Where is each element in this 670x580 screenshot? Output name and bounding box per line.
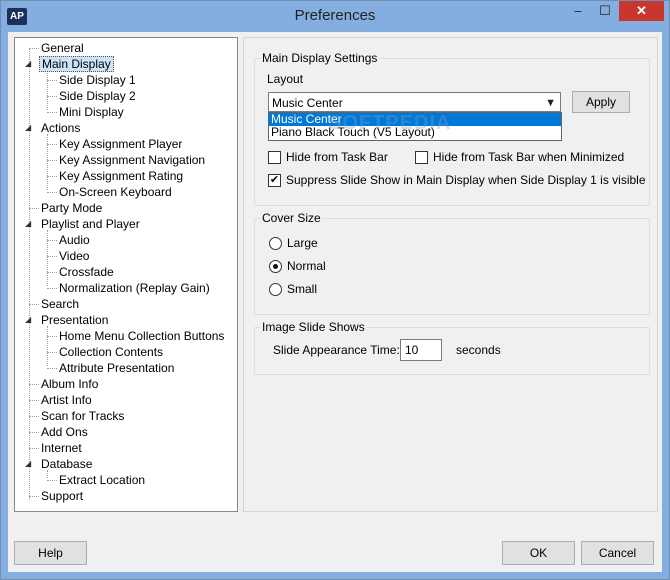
tree-item-attribute-presentation[interactable]: Attribute Presentation	[47, 360, 176, 376]
tree-item-artist-info[interactable]: Artist Info	[29, 392, 94, 408]
tree-item-album-info[interactable]: Album Info	[29, 376, 100, 392]
layout-select[interactable]: Music Center ▼	[268, 92, 561, 112]
tree-item-collection-contents[interactable]: Collection Contents	[47, 344, 165, 360]
checkmark-icon: ✔	[269, 174, 280, 186]
cover-size-large-radio[interactable]	[269, 237, 282, 250]
chevron-down-icon: ▼	[545, 97, 556, 109]
hide-taskbar-minimized-label: Hide from Task Bar when Minimized	[433, 150, 625, 164]
tree-item-on-screen-keyboard[interactable]: On-Screen Keyboard	[47, 184, 174, 200]
maximize-button[interactable]: ☐	[592, 1, 618, 21]
tree-item-mini-display[interactable]: Mini Display	[47, 104, 126, 120]
tree-item-side-display-2[interactable]: Side Display 2	[47, 88, 138, 104]
hide-taskbar-label: Hide from Task Bar	[286, 150, 388, 164]
tree-item-crossfade[interactable]: Crossfade	[47, 264, 116, 280]
collapse-icon[interactable]: ◢	[25, 124, 33, 132]
tree-item-playlist-and-player[interactable]: Playlist and Player	[39, 216, 142, 232]
cover-size-small-label: Small	[287, 282, 318, 296]
cover-size-normal-label: Normal	[287, 259, 326, 273]
suppress-slideshow-checkbox[interactable]: ✔	[268, 174, 281, 187]
tree-item-scan-for-tracks[interactable]: Scan for Tracks	[29, 408, 126, 424]
tree-item-database[interactable]: Database	[39, 456, 94, 472]
tree-item-internet[interactable]: Internet	[29, 440, 84, 456]
image-slide-shows-group: Image Slide Shows Slide Appearance Time:…	[254, 320, 650, 375]
cover-size-large-label: Large	[287, 236, 318, 250]
tree-item-side-display-1[interactable]: Side Display 1	[47, 72, 138, 88]
suppress-slideshow-label: Suppress Slide Show in Main Display when…	[286, 173, 646, 187]
hide-taskbar-minimized-checkbox[interactable]	[415, 151, 428, 164]
settings-panel: Main Display Settings Layout Music Cente…	[243, 37, 658, 512]
tree-item-presentation[interactable]: Presentation	[39, 312, 110, 328]
preferences-tree[interactable]: General ◢ Main Display Side Display 1 Si…	[14, 37, 238, 512]
minimize-button[interactable]: –	[565, 1, 591, 21]
tree-item-party-mode[interactable]: Party Mode	[29, 200, 104, 216]
tree-item-general[interactable]: General	[29, 40, 86, 56]
apply-button[interactable]: Apply	[572, 91, 630, 113]
tree-item-home-menu-collection-buttons[interactable]: Home Menu Collection Buttons	[47, 328, 226, 344]
collapse-icon[interactable]: ◢	[25, 316, 33, 324]
tree-item-key-assignment-player[interactable]: Key Assignment Player	[47, 136, 184, 152]
tree-item-support[interactable]: Support	[29, 488, 85, 504]
tree-item-extract-location[interactable]: Extract Location	[47, 472, 147, 488]
group-title: Image Slide Shows	[260, 320, 367, 334]
tree-item-actions[interactable]: Actions	[39, 120, 82, 136]
tree-item-video[interactable]: Video	[47, 248, 91, 264]
ok-button[interactable]: OK	[502, 541, 575, 565]
collapse-icon[interactable]: ◢	[25, 220, 33, 228]
collapse-icon[interactable]: ◢	[25, 460, 33, 468]
help-button[interactable]: Help	[14, 541, 87, 565]
tree-item-normalization[interactable]: Normalization (Replay Gain)	[47, 280, 212, 296]
cover-size-normal-radio[interactable]	[269, 260, 282, 273]
main-display-settings-group: Main Display Settings Layout Music Cente…	[254, 51, 650, 206]
slide-appearance-label: Slide Appearance Time:	[273, 343, 400, 357]
preferences-window: AP Preferences – ☐ ✕ General ◢ Main Disp…	[0, 0, 670, 580]
layout-label: Layout	[267, 72, 304, 86]
group-title: Cover Size	[260, 211, 323, 225]
group-title: Main Display Settings	[260, 51, 380, 65]
close-button[interactable]: ✕	[619, 1, 664, 21]
title-bar[interactable]: AP Preferences – ☐ ✕	[1, 1, 669, 32]
tree-item-main-display[interactable]: Main Display	[39, 56, 114, 72]
tree-item-audio[interactable]: Audio	[47, 232, 92, 248]
tree-item-key-assignment-navigation[interactable]: Key Assignment Navigation	[47, 152, 207, 168]
dialog-body: General ◢ Main Display Side Display 1 Si…	[8, 32, 662, 572]
cover-size-group: Cover Size Large Normal Small	[254, 211, 650, 315]
hide-taskbar-checkbox[interactable]	[268, 151, 281, 164]
collapse-icon[interactable]: ◢	[25, 60, 33, 68]
layout-select-value: Music Center	[272, 96, 343, 110]
cover-size-small-radio[interactable]	[269, 283, 282, 296]
cancel-button[interactable]: Cancel	[581, 541, 654, 565]
tree-item-search[interactable]: Search	[29, 296, 81, 312]
tree-item-key-assignment-rating[interactable]: Key Assignment Rating	[47, 168, 185, 184]
softpedia-watermark: SOFTPEDIA	[328, 112, 452, 134]
slide-appearance-input[interactable]: 10	[400, 339, 442, 361]
tree-item-add-ons[interactable]: Add Ons	[29, 424, 90, 440]
seconds-label: seconds	[456, 343, 501, 357]
